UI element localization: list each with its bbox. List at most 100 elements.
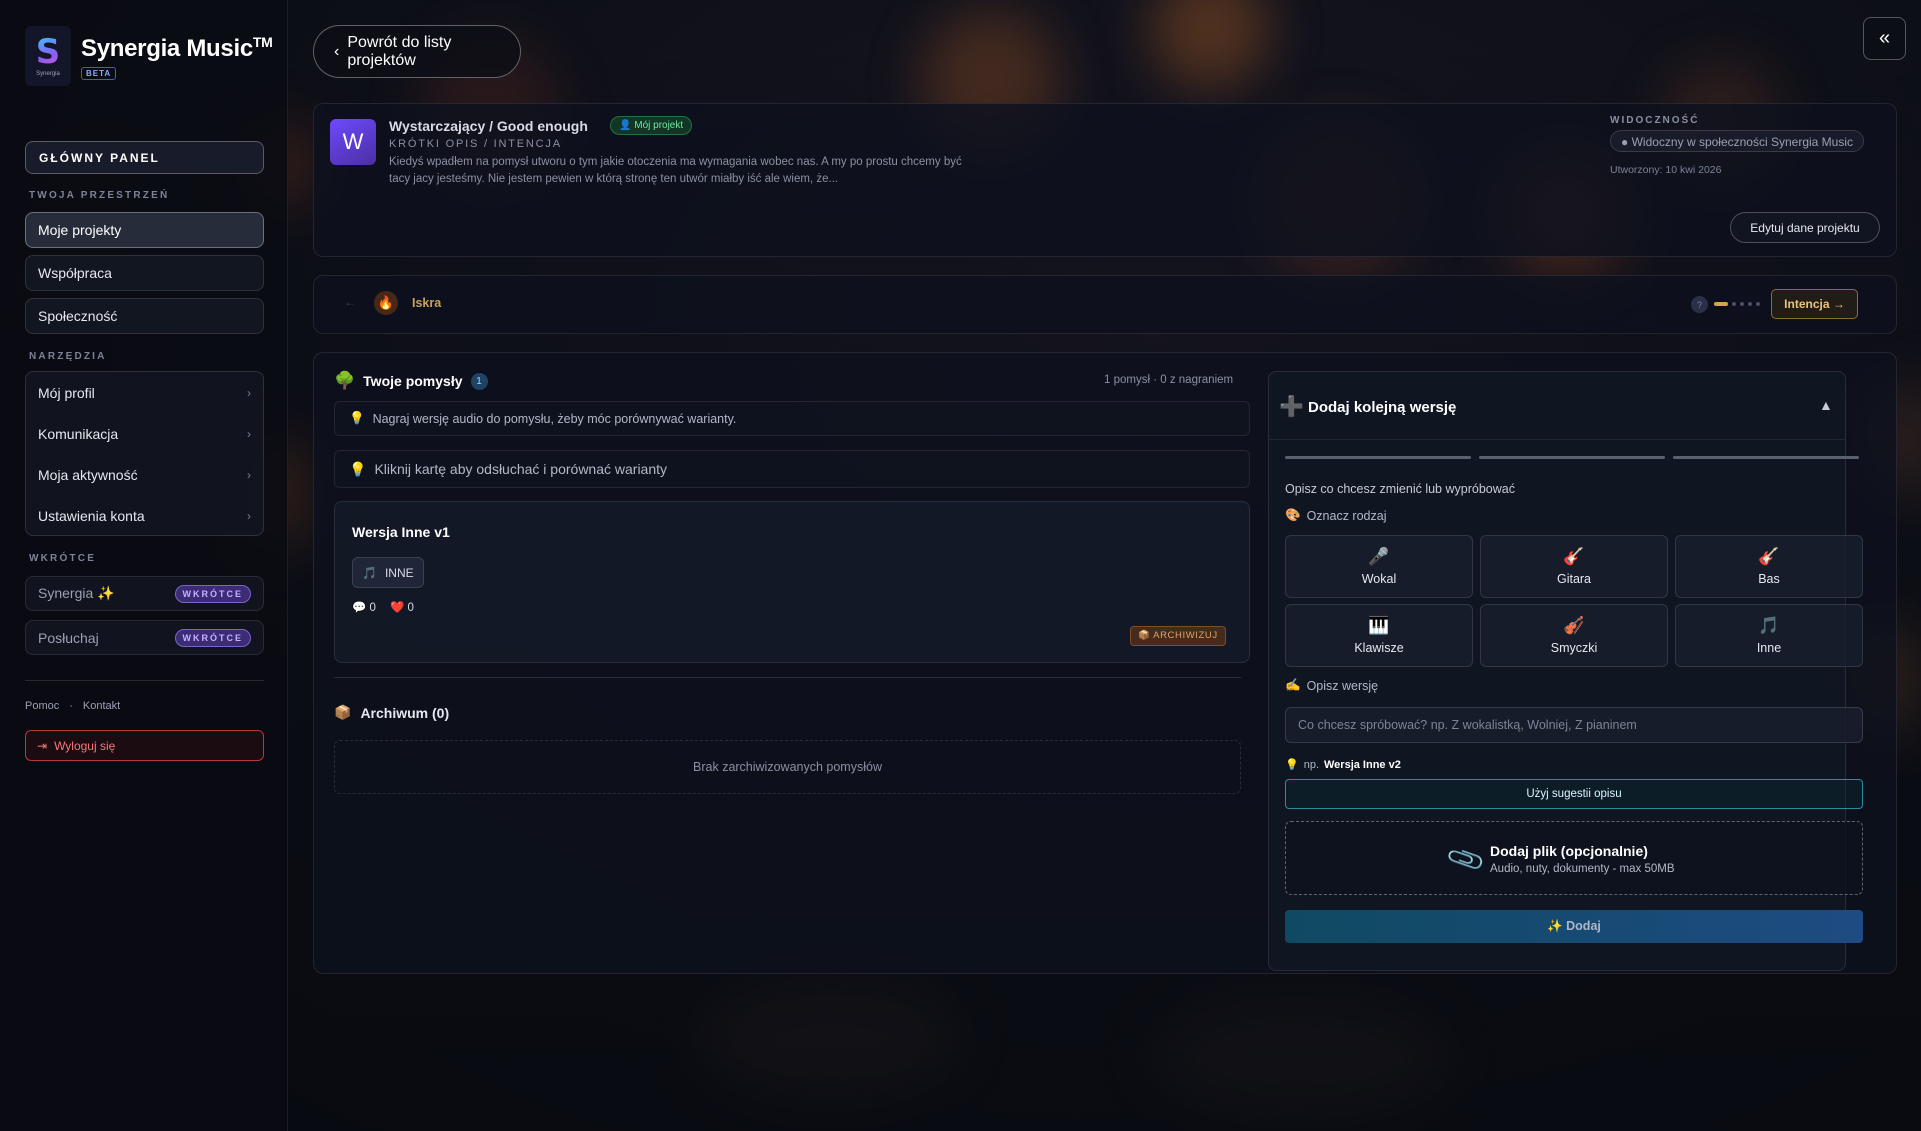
file-upload-hint: Audio, nuty, dokumenty - max 50MB <box>1490 863 1675 875</box>
ideas-header: 🌳 Twoje pomysły 1 <box>334 371 488 391</box>
logout-icon: ⇥ <box>37 738 48 753</box>
help-link[interactable]: Pomoc <box>25 700 59 712</box>
divider <box>25 680 264 681</box>
sidebar-item-collaboration[interactable]: Współpraca <box>25 255 264 291</box>
click-hint: 💡 Kliknij kartę aby odsłuchać i porównać… <box>334 450 1250 488</box>
type-guitar-button[interactable]: 🎸 Gitara <box>1480 535 1668 598</box>
logo: S Synergia <box>25 26 71 86</box>
arrow-left-icon[interactable]: ← <box>344 295 356 309</box>
lightbulb-icon: 💡 <box>1285 759 1299 771</box>
ideas-count: 1 <box>470 372 488 390</box>
type-vocal-button[interactable]: 🎤 Wokal <box>1285 535 1473 598</box>
flame-icon: 🔥 <box>374 291 398 315</box>
sidebar-item-community[interactable]: Społeczność <box>25 298 264 334</box>
progress-step <box>1285 456 1471 459</box>
version-description-input[interactable] <box>1285 707 1863 743</box>
bass-icon: 🎸 <box>1758 546 1780 566</box>
writing-hand-icon: ✍️ <box>1285 678 1301 692</box>
next-stage-button[interactable]: Intencja → <box>1771 289 1858 319</box>
step-indicator <box>1714 302 1728 306</box>
archive-header: 📦 Archiwum (0) <box>334 704 450 721</box>
user-icon: 👤 <box>619 120 632 131</box>
music-note-icon: 🎵 <box>362 565 377 580</box>
created-date: Utworzony: 10 kwi 2026 <box>1610 164 1722 176</box>
file-upload-dropzone[interactable]: 📎 Dodaj plik (opcjonalnie) Audio, nuty, … <box>1285 821 1863 895</box>
sidebar-item-account-settings[interactable]: Ustawienia konta › <box>26 495 263 536</box>
microphone-icon: 🎤 <box>1368 546 1390 566</box>
trademark: TM <box>252 34 273 50</box>
sidebar-item-listen[interactable]: Posłuchaj WKRÓTCE <box>25 620 264 655</box>
add-button[interactable]: ✨ Dodaj <box>1285 910 1863 943</box>
comment-icon: 💬 <box>352 602 367 614</box>
separator: · <box>69 700 73 712</box>
lightbulb-icon: 💡 <box>349 460 367 477</box>
add-version-panel: ➕ Dodaj kolejną wersję ▲ Opisz co chcesz… <box>1268 371 1863 971</box>
current-stage: Iskra <box>412 296 442 310</box>
describe-label: ✍️ Opisz wersję <box>1285 678 1379 693</box>
back-to-projects-button[interactable]: ‹ Powrót do listy projektów <box>313 25 521 78</box>
add-version-title: Dodaj kolejną wersję <box>1308 399 1457 416</box>
plus-icon: ➕ <box>1279 396 1304 418</box>
edit-project-button[interactable]: Edytuj dane projektu <box>1730 212 1880 243</box>
soon-section-label: WKRÓTCE <box>29 553 97 564</box>
logo-letter: S <box>35 32 61 72</box>
help-icon[interactable]: ? <box>1691 296 1708 313</box>
type-other-button[interactable]: 🎵 Inne <box>1675 604 1863 667</box>
visibility-label: WIDOCZNOŚĆ <box>1610 115 1700 126</box>
violin-icon: 🎻 <box>1563 615 1585 635</box>
sidebar-item-activity[interactable]: Moja aktywność › <box>26 454 263 495</box>
chevron-right-icon: › <box>247 426 251 441</box>
version-type-tag: 🎵 INNE <box>352 557 424 588</box>
main-panel-button[interactable]: GŁÓWNY PANEL <box>25 141 264 174</box>
likes-count[interactable]: ❤️ 0 <box>390 600 414 614</box>
suggestion-value: Wersja Inne v2 <box>1324 758 1401 771</box>
footer-links: Pomoc · Kontakt <box>25 700 120 712</box>
visibility-status: ● Widoczny w społeczności Synergia Music <box>1610 130 1865 152</box>
archive-button[interactable]: 📦 ARCHIWIZUJ <box>1130 626 1226 646</box>
step-indicator <box>1748 302 1752 306</box>
version-title: Wersja Inne v1 <box>352 524 450 540</box>
sidebar: S Synergia Synergia MusicTM BETA GŁÓWNY … <box>0 0 288 1131</box>
brand[interactable]: S Synergia Synergia MusicTM BETA <box>25 26 273 86</box>
project-avatar: W <box>330 119 376 165</box>
sidebar-item-profile[interactable]: Mój profil › <box>26 372 263 413</box>
type-label: 🎨 Oznacz rodzaj <box>1285 508 1387 523</box>
project-title: Wystarczający / Good enough <box>389 118 588 134</box>
tools-section-label: NARZĘDZIA <box>29 351 107 362</box>
piano-icon: 🎹 <box>1368 615 1390 635</box>
logout-button[interactable]: ⇥ Wyloguj się <box>25 730 264 761</box>
sidebar-item-my-projects[interactable]: Moje projekty <box>25 212 264 248</box>
sidebar-item-synergia[interactable]: Synergia ✨ WKRÓTCE <box>25 576 264 611</box>
step-indicator <box>1740 302 1744 306</box>
progress-step <box>1673 456 1859 459</box>
comments-count[interactable]: 💬 0 <box>352 600 376 614</box>
chevron-right-icon: › <box>247 385 251 400</box>
sidebar-item-communication[interactable]: Komunikacja › <box>26 413 263 454</box>
paperclip-icon: 📎 <box>1444 837 1488 881</box>
version-card[interactable]: Wersja Inne v1 🎵 INNE 💬 0 ❤️ 0 📦 ARCHIWI… <box>334 501 1250 663</box>
collapse-sidebar-button[interactable]: « <box>1863 17 1906 60</box>
double-chevron-left-icon: « <box>1878 27 1891 49</box>
stage-bar: ← 🔥 Iskra ? Intencja → <box>313 275 1897 334</box>
stage-steps <box>1714 302 1760 306</box>
main-content: ‹ Powrót do listy projektów « W Wystarcz… <box>289 0 1921 1131</box>
soon-badge: WKRÓTCE <box>174 585 251 603</box>
music-note-icon: 🎵 <box>1758 615 1780 635</box>
ideas-title: Twoje pomysły <box>363 373 463 389</box>
type-keys-button[interactable]: 🎹 Klawisze <box>1285 604 1473 667</box>
divider <box>334 677 1241 678</box>
contact-link[interactable]: Kontakt <box>83 700 120 712</box>
project-description: Kiedyś wpadłem na pomysł utworu o tym ja… <box>389 156 962 185</box>
chevron-right-icon: › <box>247 467 251 482</box>
type-bass-button[interactable]: 🎸 Bas <box>1675 535 1863 598</box>
type-strings-button[interactable]: 🎻 Smyczki <box>1480 604 1668 667</box>
form-progress <box>1285 456 1859 459</box>
add-version-header[interactable]: ➕ Dodaj kolejną wersję ▲ <box>1269 372 1845 440</box>
box-icon: 📦 <box>1138 630 1151 641</box>
heart-icon: ❤️ <box>389 602 405 614</box>
add-version-description: Opisz co chcesz zmienić lub wypróbować <box>1285 482 1515 496</box>
brand-title: Synergia MusicTM <box>81 34 273 62</box>
caret-up-icon[interactable]: ▲ <box>1819 397 1833 413</box>
box-icon: 📦 <box>334 704 352 720</box>
use-suggestion-button[interactable]: Użyj sugestii opisu <box>1285 779 1863 809</box>
